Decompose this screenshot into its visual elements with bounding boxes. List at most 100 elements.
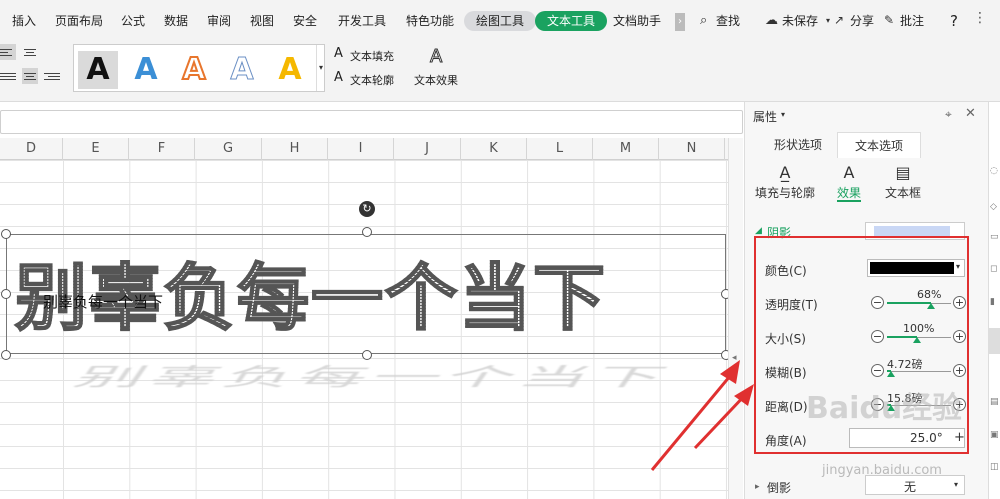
spreadsheet-area: D E F G H I J K L M N 别辜负每一个当下 别辜负每一个当下 … <box>0 138 728 499</box>
tab-scroll-right-icon[interactable]: › <box>675 13 685 31</box>
resize-handle[interactable] <box>1 289 11 299</box>
column-header[interactable]: F <box>129 138 195 160</box>
column-header[interactable]: J <box>394 138 461 160</box>
textbox-icon: ▤ <box>895 163 911 182</box>
tab-security[interactable]: 安全 <box>293 11 317 31</box>
text-fill-icon: A <box>334 46 343 61</box>
toolbar-icon[interactable]: ◻ <box>990 264 997 274</box>
wordart-style-black[interactable]: A <box>78 51 118 89</box>
toolbar-icon[interactable]: ▤ <box>990 397 999 407</box>
resize-handle[interactable] <box>1 350 11 360</box>
column-header[interactable]: I <box>328 138 394 160</box>
align-left-icon[interactable] <box>0 44 16 60</box>
subtab-effect[interactable]: A 效果 <box>819 162 879 202</box>
resize-handle[interactable] <box>362 227 372 237</box>
text-effect-button[interactable]: 文本效果 <box>414 72 458 88</box>
gallery-expand-icon[interactable]: ▾ <box>316 45 325 91</box>
find-button[interactable]: 查找 <box>716 11 740 31</box>
column-header[interactable]: K <box>461 138 527 160</box>
text-fill-outline-icon: A̲ <box>779 163 791 182</box>
align-justify-icon[interactable] <box>0 68 16 84</box>
text-outline-button[interactable]: 文本轮廓 <box>350 72 394 88</box>
search-icon[interactable]: ⌕ <box>700 13 707 28</box>
tab-review[interactable]: 审阅 <box>207 11 231 31</box>
pin-icon[interactable]: ⌖ <box>945 107 952 122</box>
panel-title[interactable]: 属性 <box>753 108 777 125</box>
column-header[interactable]: D <box>0 138 63 160</box>
wordart-style-orange-outline[interactable]: A <box>174 51 214 89</box>
share-button[interactable]: 分享 <box>850 11 874 31</box>
expand-arrow-icon[interactable]: ▸ <box>755 482 760 492</box>
ribbon-tab-bar: 插入 页面布局 公式 数据 审阅 视图 安全 开发工具 特色功能 绘图工具 文本… <box>0 0 1000 40</box>
resize-handle[interactable] <box>362 350 372 360</box>
rotate-handle-icon[interactable]: ↻ <box>359 201 375 217</box>
subtab-textbox-label: 文本框 <box>884 186 921 200</box>
subtab-textbox[interactable]: ▤ 文本框 <box>873 162 933 201</box>
resize-handle[interactable] <box>1 229 11 239</box>
tab-doc-assistant[interactable]: 文档助手 <box>613 11 661 31</box>
chevron-down-icon: ▾ <box>954 480 959 489</box>
tab-page-layout[interactable]: 页面布局 <box>55 11 103 31</box>
wordart-style-yellow[interactable]: A <box>270 51 310 89</box>
toolbar-icon[interactable]: ▭ <box>990 232 999 242</box>
close-icon[interactable]: ✕ <box>965 106 976 121</box>
comment-button[interactable]: 批注 <box>900 11 924 31</box>
unsaved-status[interactable]: 未保存 <box>782 11 818 31</box>
annotation-arrows <box>650 360 754 471</box>
toolbar-icon-active[interactable] <box>989 328 1000 354</box>
watermark-logo: Baidu经验 <box>806 391 963 426</box>
tab-special[interactable]: 特色功能 <box>406 11 454 31</box>
text-effect-icon: A <box>429 46 443 68</box>
help-button[interactable]: ? <box>950 11 958 31</box>
resize-handle[interactable] <box>721 289 728 299</box>
tab-text-options[interactable]: 文本选项 <box>837 132 921 158</box>
subtab-fill-outline-label: 填充与轮廓 <box>755 186 816 200</box>
cell-text: 别辜负每一个当下 <box>43 293 164 311</box>
subtab-effect-label: 效果 <box>836 186 861 202</box>
chevron-down-icon[interactable]: ▾ <box>781 110 785 119</box>
tab-text-tools[interactable]: 文本工具 <box>535 11 608 31</box>
toolbar-icon[interactable]: ◇ <box>990 202 997 212</box>
wordart-textbox[interactable]: 别辜负每一个当下 别辜负每一个当下 别辜负每一个当下 <box>6 234 726 391</box>
side-toolbar: ◌ ◇ ▭ ◻ ▮ ▤ ▣ ◫ <box>988 102 1000 499</box>
column-header[interactable]: E <box>63 138 129 160</box>
expand-arrow-icon[interactable]: ◢ <box>755 226 762 236</box>
toolbar-icon[interactable]: ▣ <box>990 430 999 440</box>
reflection-dropdown[interactable]: 无 ▾ <box>865 475 965 495</box>
tab-view[interactable]: 视图 <box>250 11 274 31</box>
column-header[interactable]: N <box>659 138 725 160</box>
text-effect-icon: A <box>843 163 855 182</box>
tab-data[interactable]: 数据 <box>164 11 188 31</box>
tab-shape-options[interactable]: 形状选项 <box>763 132 833 158</box>
cloud-icon: ☁ <box>765 13 778 28</box>
more-icon[interactable]: ⋮ <box>973 10 987 26</box>
shadow-preset-swatch <box>874 226 950 236</box>
watermark-url: jingyan.baidu.com <box>822 463 942 478</box>
text-outline-icon: A <box>334 70 343 85</box>
annotation-arrowhead <box>720 360 740 384</box>
align-center-icon[interactable] <box>22 44 38 60</box>
align-middle-icon[interactable] <box>22 68 38 84</box>
ribbon: A A A A A ▾ A 文本填充 A 文本轮廓 A 文本效果 <box>0 40 1000 102</box>
text-fill-button[interactable]: 文本填充 <box>350 48 394 64</box>
column-header[interactable]: L <box>527 138 593 160</box>
formula-bar[interactable] <box>0 110 743 134</box>
toolbar-icon[interactable]: ◌ <box>990 166 998 176</box>
wordart-style-light-outline[interactable]: A <box>222 51 262 89</box>
chevron-down-icon[interactable]: ▾ <box>826 16 830 25</box>
tab-developer[interactable]: 开发工具 <box>338 11 386 31</box>
reflection-header[interactable]: 倒影 <box>767 479 791 496</box>
comment-icon: ✎ <box>884 13 895 27</box>
column-header[interactable]: M <box>593 138 659 160</box>
subtab-fill-outline[interactable]: A̲ 填充与轮廓 <box>755 162 815 201</box>
column-header[interactable]: G <box>195 138 262 160</box>
toolbar-icon[interactable]: ▮ <box>990 297 995 307</box>
tab-insert[interactable]: 插入 <box>12 11 36 31</box>
toolbar-icon[interactable]: ◫ <box>990 462 999 472</box>
align-right-icon[interactable] <box>44 68 60 84</box>
annotation-arrow-line <box>693 390 750 450</box>
tab-drawing-tools[interactable]: 绘图工具 <box>464 11 537 31</box>
column-header[interactable]: H <box>262 138 328 160</box>
tab-formula[interactable]: 公式 <box>121 11 145 31</box>
wordart-style-blue[interactable]: A <box>126 51 166 89</box>
